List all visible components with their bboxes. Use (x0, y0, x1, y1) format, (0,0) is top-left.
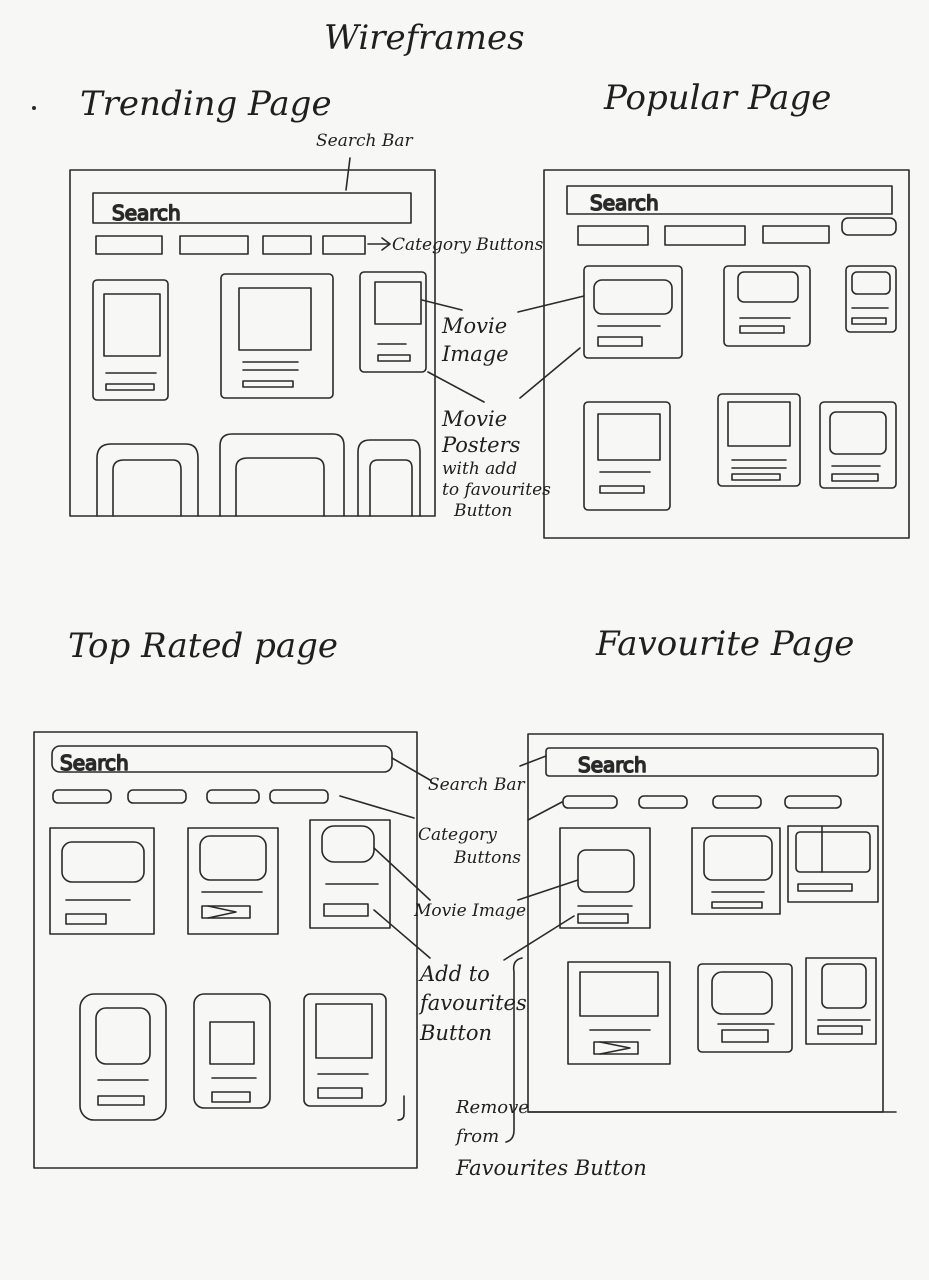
trending-category-button (322, 235, 366, 255)
top-rated-wireframe (33, 731, 431, 1169)
trending-page-heading: Trending Page (80, 84, 332, 124)
favourite-movie-poster (567, 961, 671, 1065)
trending-movie-poster (220, 273, 334, 399)
popular-search-text: Search (590, 191, 659, 215)
popular-movie-poster (717, 393, 801, 487)
top-rated-movie-poster (79, 993, 167, 1121)
popular-category-button (841, 217, 897, 236)
favourite-movie-poster (559, 827, 651, 929)
top-rated-category-button (269, 789, 329, 804)
trending-category-button (95, 235, 163, 255)
movie-image-annotation: Movie Image (442, 314, 509, 367)
popular-wireframe (517, 169, 910, 539)
trending-category-button (179, 235, 249, 255)
popular-category-button (762, 225, 830, 244)
popular-category-button (577, 225, 649, 246)
category-buttons-annotation-bottom: Category Buttons (418, 825, 522, 868)
top-rated-category-button (52, 789, 112, 804)
favourite-wireframe (503, 733, 897, 1143)
remove-from-favourites-annotation: Remove from Favourites Button (456, 1097, 647, 1180)
favourite-search-text: Search (578, 753, 647, 777)
trending-movie-poster (359, 271, 427, 373)
movie-image-annotation-bottom: Movie Image (414, 901, 527, 921)
popular-movie-poster (845, 265, 897, 333)
popular-category-button (664, 225, 746, 246)
top-rated-category-button (127, 789, 187, 804)
favourite-category-button (562, 795, 618, 809)
favourite-category-button (784, 795, 842, 809)
search-bar-annotation-bottom: Search Bar (428, 775, 525, 795)
wireframes-title: Wireframes (324, 18, 525, 58)
bullet-dot (32, 106, 36, 110)
category-buttons-annotation: Category Buttons (392, 235, 544, 255)
top-rated-page-heading: Top Rated page (68, 626, 339, 666)
favourite-category-button (638, 795, 688, 809)
popular-page-heading: Popular Page (604, 78, 832, 118)
top-rated-movie-poster (193, 993, 271, 1109)
trending-category-button (262, 235, 312, 255)
top-rated-search-text: Search (60, 751, 129, 775)
add-to-favourites-annotation: Add to favourites Button (420, 962, 527, 1045)
favourite-page-heading: Favourite Page (596, 624, 855, 664)
favourite-category-button (712, 795, 762, 809)
movie-posters-annotation: Movie Posters with add to favourites But… (442, 407, 551, 521)
search-bar-annotation: Search Bar (316, 131, 413, 151)
top-rated-category-button (206, 789, 260, 804)
popular-movie-poster (723, 265, 811, 347)
trending-search-text: Search (112, 201, 181, 225)
